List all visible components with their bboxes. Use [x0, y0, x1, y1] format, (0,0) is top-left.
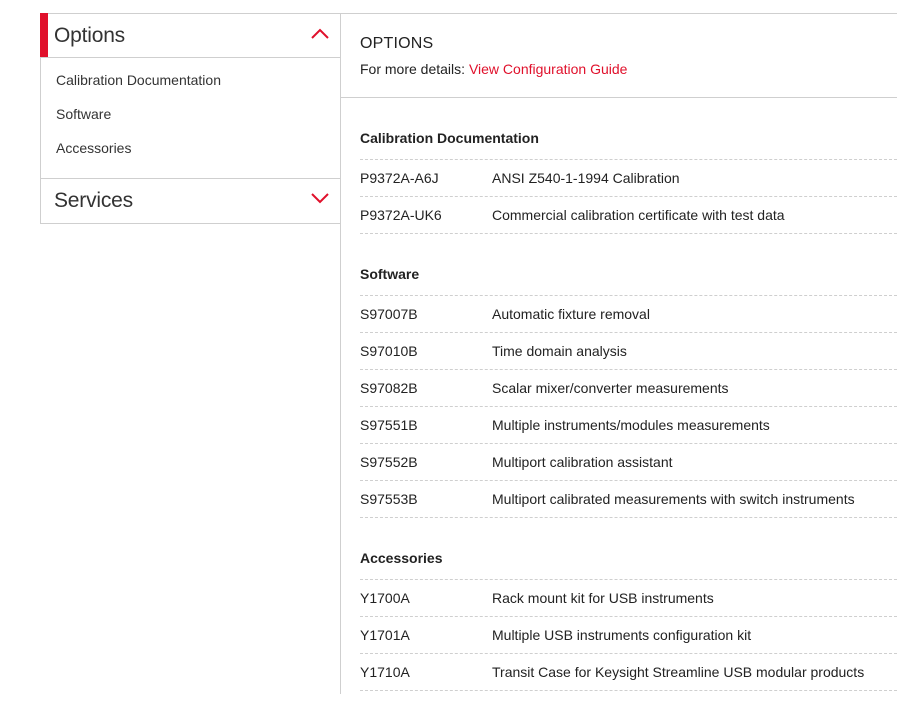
table-row: S97007B Automatic fixture removal: [360, 296, 897, 333]
table-row: S97552B Multiport calibration assistant: [360, 444, 897, 481]
table-row: Y1700A Rack mount kit for USB instrument…: [360, 580, 897, 617]
option-code: S97552B: [360, 454, 418, 470]
option-code: Y1700A: [360, 590, 410, 606]
option-description: Multiport calibration assistant: [492, 454, 673, 470]
section-accessories: Accessories Y1700A Rack mount kit for US…: [360, 518, 897, 691]
table-row: Y1701A Multiple USB instruments configur…: [360, 617, 897, 654]
option-code: S97082B: [360, 380, 418, 396]
configuration-guide-link[interactable]: View Configuration Guide: [469, 61, 628, 77]
chevron-up-icon[interactable]: [310, 26, 330, 40]
option-description: Time domain analysis: [492, 343, 627, 359]
section-title: Accessories: [360, 518, 897, 580]
options-accordion-header[interactable]: Options: [40, 13, 340, 58]
option-description: Automatic fixture removal: [492, 306, 650, 322]
services-accordion-title: Services: [54, 189, 133, 212]
option-description: ANSI Z540-1-1994 Calibration: [492, 170, 680, 186]
options-panel-header: OPTIONS For more details: View Configura…: [341, 14, 897, 98]
option-code: S97010B: [360, 343, 418, 359]
option-description: Transit Case for Keysight Streamline USB…: [492, 664, 865, 680]
details-text: For more details: View Configuration Gui…: [360, 61, 627, 77]
sidebar-item-accessories[interactable]: Accessories: [56, 136, 340, 170]
table-row: S97010B Time domain analysis: [360, 333, 897, 370]
sidebar-item-calibration-documentation[interactable]: Calibration Documentation: [56, 68, 340, 102]
options-accordion-title: Options: [54, 23, 125, 47]
option-code: Y1701A: [360, 627, 410, 643]
table-row: P9372A-UK6 Commercial calibration certif…: [360, 197, 897, 234]
option-code: Y1710A: [360, 664, 410, 680]
option-description: Multiple instruments/modules measurement…: [492, 417, 770, 433]
option-description: Scalar mixer/converter measurements: [492, 380, 729, 396]
option-description: Commercial calibration certificate with …: [492, 207, 785, 223]
section-title: Calibration Documentation: [360, 98, 897, 160]
section-calibration-documentation: Calibration Documentation P9372A-A6J ANS…: [360, 98, 897, 234]
option-code: P9372A-UK6: [360, 207, 442, 223]
option-code: S97553B: [360, 491, 418, 507]
option-description: Rack mount kit for USB instruments: [492, 590, 714, 606]
sidebar-item-software[interactable]: Software: [56, 102, 340, 136]
options-panel: OPTIONS For more details: View Configura…: [340, 13, 897, 694]
page-title: OPTIONS: [360, 35, 434, 52]
option-description: Multiple USB instruments configuration k…: [492, 627, 752, 643]
chevron-down-icon[interactable]: [310, 191, 330, 205]
option-description: Multiport calibrated measurements with s…: [492, 491, 855, 507]
table-row: P9372A-A6J ANSI Z540-1-1994 Calibration: [360, 160, 897, 197]
option-code: S97007B: [360, 306, 418, 322]
table-row: S97553B Multiport calibrated measurement…: [360, 481, 897, 518]
table-row: Y1710A Transit Case for Keysight Streaml…: [360, 654, 897, 691]
details-prefix: For more details:: [360, 61, 469, 77]
table-row: S97551B Multiple instruments/modules mea…: [360, 407, 897, 444]
options-submenu: Calibration Documentation Software Acces…: [41, 58, 340, 179]
section-title: Software: [360, 234, 897, 296]
option-code: S97551B: [360, 417, 418, 433]
table-row: S97082B Scalar mixer/converter measureme…: [360, 370, 897, 407]
sidebar-accordion: Options Calibration Documentation Softwa…: [40, 13, 340, 224]
services-accordion-header[interactable]: Services: [41, 179, 340, 223]
option-code: P9372A-A6J: [360, 170, 439, 186]
section-software: Software S97007B Automatic fixture remov…: [360, 234, 897, 518]
